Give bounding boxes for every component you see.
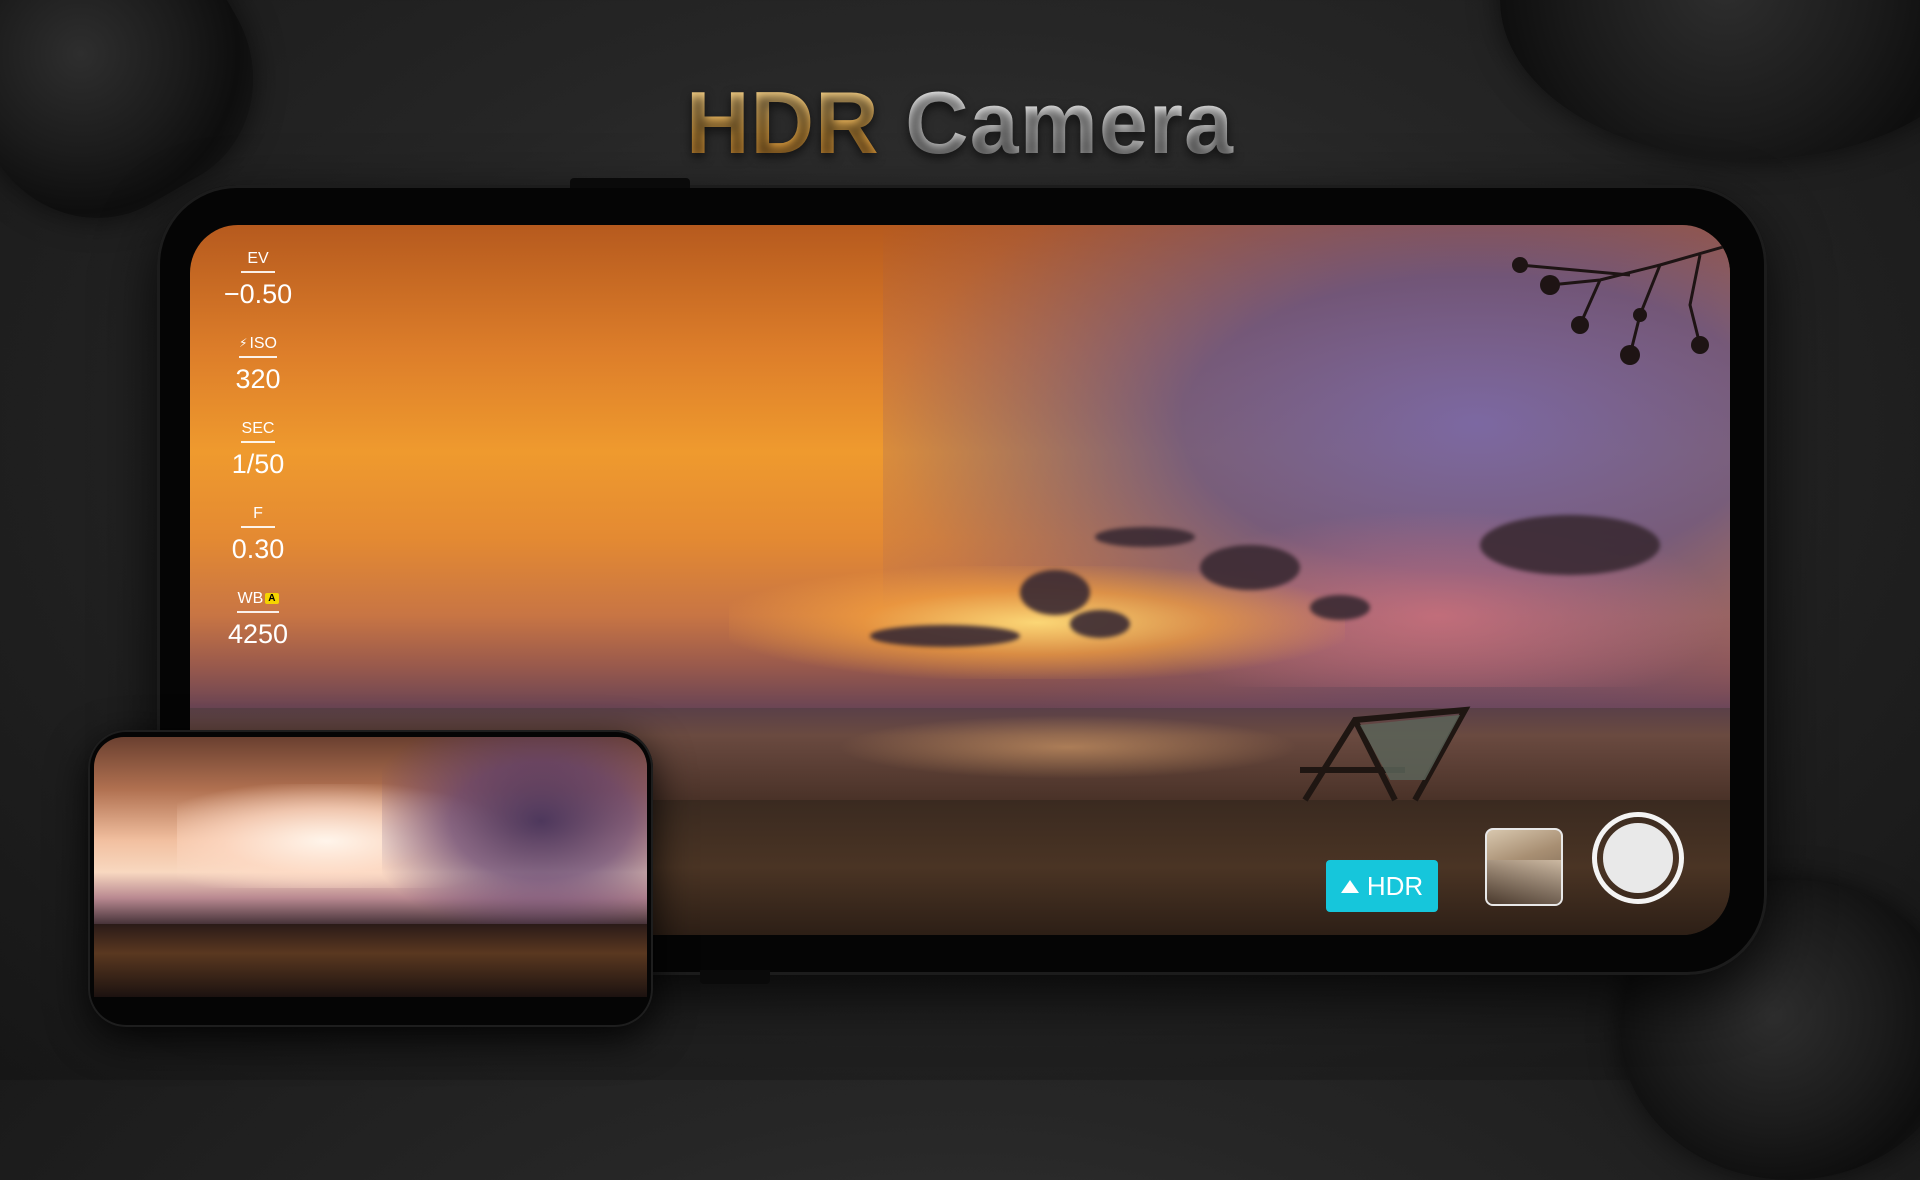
cloud xyxy=(1095,527,1195,547)
param-label: ISO xyxy=(249,335,277,352)
shutter-button[interactable] xyxy=(1592,812,1684,904)
title-hdr: HDR xyxy=(686,73,880,172)
param-label: F xyxy=(241,505,275,528)
gallery-thumbnail[interactable] xyxy=(1485,828,1563,906)
flash-icon: ⚡ xyxy=(239,336,248,350)
tree-branch xyxy=(1512,243,1730,365)
cloud xyxy=(870,625,1020,647)
cloud xyxy=(1200,545,1300,590)
param-label: EV xyxy=(241,250,275,273)
param-label: WB xyxy=(237,590,264,607)
beach-chair xyxy=(1300,706,1471,802)
shutter-inner xyxy=(1603,823,1673,893)
param-value: 320 xyxy=(235,364,281,394)
sea xyxy=(94,924,647,997)
param-label: SEC xyxy=(241,420,275,443)
phone-side-button xyxy=(570,178,690,188)
hdr-button-label: HDR xyxy=(1366,870,1424,901)
param-value: 0.30 xyxy=(231,534,285,564)
cloud xyxy=(1020,570,1090,615)
hdr-toggle-button[interactable]: HDR xyxy=(1326,860,1438,912)
cloud xyxy=(1480,515,1660,575)
cloud xyxy=(1070,610,1130,638)
param-f[interactable]: F 0.30 xyxy=(188,505,328,565)
param-ev[interactable]: EV −0.50 xyxy=(188,250,328,310)
wb-auto-badge: A xyxy=(265,593,279,604)
param-sec[interactable]: SEC 1/50 xyxy=(188,420,328,480)
comparison-preview xyxy=(94,737,647,997)
param-value: −0.50 xyxy=(223,279,293,309)
title-camera: Camera xyxy=(905,73,1234,172)
page-title: HDR Camera xyxy=(0,72,1920,174)
triangle-up-icon xyxy=(1340,879,1359,893)
param-value: 1/50 xyxy=(231,449,285,479)
param-label-wrapper: ⚡ ISO xyxy=(239,335,277,358)
manual-controls-panel: EV −0.50 ⚡ ISO 320 SEC 1/50 F 0.30 WB A 42… xyxy=(188,250,328,675)
param-value: 4250 xyxy=(227,619,289,649)
sky-region xyxy=(381,737,647,925)
phone-side-button xyxy=(700,970,770,984)
sea-reflection xyxy=(836,714,1299,779)
cloud xyxy=(1310,595,1370,620)
param-wb[interactable]: WB A 4250 xyxy=(188,590,328,650)
param-label-wrapper: WB A xyxy=(237,590,279,613)
param-iso[interactable]: ⚡ ISO 320 xyxy=(188,335,328,395)
